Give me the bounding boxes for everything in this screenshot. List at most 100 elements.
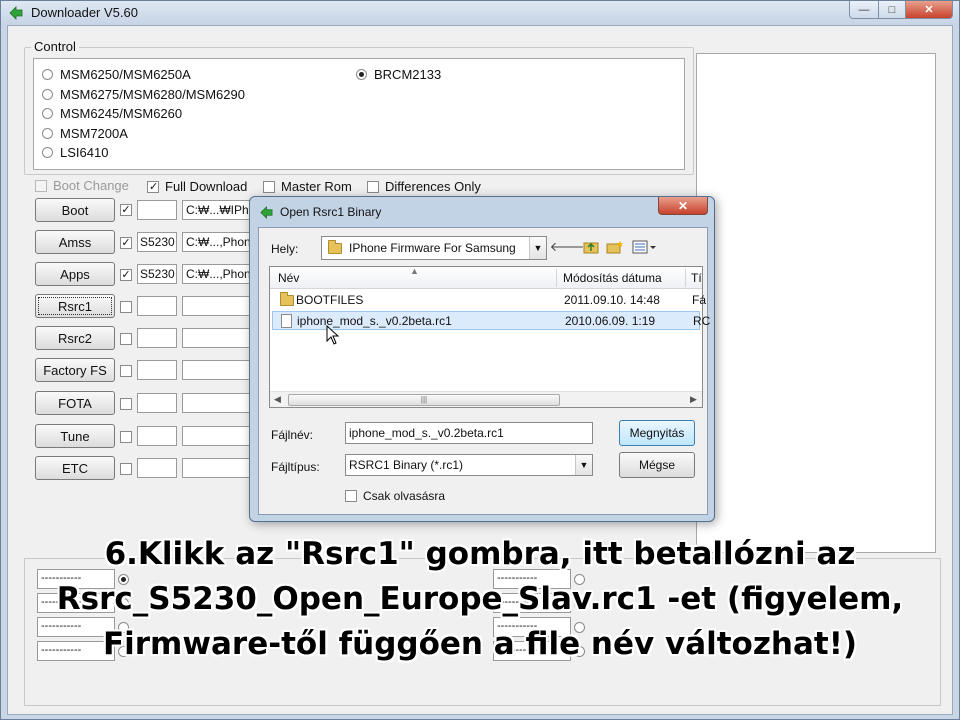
readonly-checkbox[interactable]: Csak olvasásra	[345, 489, 445, 503]
boot-code-field[interactable]	[137, 200, 177, 220]
filename-input[interactable]: iphone_mod_s._v0.2beta.rc1	[345, 422, 593, 444]
column-separator[interactable]	[685, 269, 686, 287]
arrow-left-icon	[9, 6, 23, 20]
close-button[interactable]: ✕	[905, 1, 953, 19]
rsrc1-code-field[interactable]	[137, 296, 177, 316]
full-download-checkbox[interactable]: Full Download	[147, 179, 247, 194]
column-separator[interactable]	[556, 269, 557, 287]
radio-icon	[42, 128, 53, 139]
chevron-down-icon[interactable]: ▼	[529, 237, 546, 259]
dialog-title: Open Rsrc1 Binary	[280, 205, 382, 219]
column-name[interactable]: Név	[278, 271, 299, 285]
view-menu-icon[interactable]	[631, 238, 659, 256]
rsrc2-code-field[interactable]	[137, 328, 177, 348]
control-legend: Control	[31, 39, 79, 54]
etc-checkbox[interactable]	[120, 463, 132, 475]
file-date: 2011.09.10. 14:48	[564, 293, 660, 307]
scroll-left-icon[interactable]: ◀	[274, 394, 281, 405]
dialog-close-button[interactable]: ✕	[658, 197, 708, 215]
tune-button[interactable]: Tune	[35, 424, 115, 448]
filename-label: Fájlnév:	[271, 428, 314, 442]
checkbox-icon	[367, 180, 379, 193]
boot-button[interactable]: Boot	[35, 198, 115, 222]
instruction-caption: 6.Klikk az "Rsrc1" gombra, itt betallózn…	[0, 532, 960, 667]
file-name: iphone_mod_s._v0.2beta.rc1	[297, 314, 452, 328]
checkbox-label: Boot Change	[53, 178, 129, 193]
file-date: 2010.06.09. 1:19	[565, 314, 656, 328]
radio-brcm2133[interactable]: BRCM2133	[356, 67, 441, 82]
radio-icon	[42, 108, 53, 119]
radio-msm6250[interactable]: MSM6250/MSM6250A	[42, 67, 191, 82]
checkbox-label: Differences Only	[385, 179, 481, 194]
radio-label: LSI6410	[60, 145, 109, 160]
rsrc2-button[interactable]: Rsrc2	[35, 326, 115, 350]
tune-checkbox[interactable]	[120, 431, 132, 443]
amss-code-field[interactable]: S5230	[137, 232, 177, 252]
radio-lsi6410[interactable]: LSI6410	[42, 145, 108, 160]
boot-checkbox[interactable]: ✓	[120, 204, 132, 216]
location-value: IPhone Firmware For Samsung	[349, 241, 516, 255]
up-folder-icon[interactable]	[581, 238, 601, 256]
dialog-body: Hely: IPhone Firmware For Samsung ▼ 🡐 Né…	[258, 227, 711, 515]
scrollbar-thumb[interactable]: |||	[288, 394, 560, 406]
apps-button[interactable]: Apps	[35, 262, 115, 286]
title-bar[interactable]: Downloader V5.60 — □ ✕	[1, 1, 959, 25]
maximize-button[interactable]: □	[878, 1, 906, 19]
filetype-value: RSRC1 Binary (*.rc1)	[349, 458, 464, 472]
window-title: Downloader V5.60	[31, 5, 138, 20]
radio-label: BRCM2133	[374, 67, 442, 82]
rsrc1-button[interactable]: Rsrc1	[35, 294, 115, 318]
etc-button[interactable]: ETC	[35, 456, 115, 480]
column-modified[interactable]: Módosítás dátuma	[563, 271, 662, 285]
checkbox-label: Master Rom	[281, 179, 352, 194]
factory-fs-code-field[interactable]	[137, 360, 177, 380]
horizontal-scrollbar[interactable]: ◀ ||| ▶	[270, 391, 702, 407]
apps-checkbox[interactable]: ✓	[120, 269, 132, 281]
boot-change-checkbox[interactable]: Boot Change	[35, 178, 129, 193]
file-name: BOOTFILES	[296, 293, 364, 307]
apps-code-field[interactable]: S5230	[137, 264, 177, 284]
checkbox-label: Full Download	[165, 179, 248, 194]
radio-msm6245[interactable]: MSM6245/MSM6260	[42, 106, 182, 121]
cancel-button[interactable]: Mégse	[619, 452, 695, 478]
folder-icon	[328, 239, 342, 254]
tune-code-field[interactable]	[137, 426, 177, 446]
file-type: Fá	[692, 293, 707, 307]
filetype-select[interactable]: RSRC1 Binary (*.rc1) ▼	[345, 454, 593, 476]
radio-icon	[42, 89, 53, 100]
radio-msm7200a[interactable]: MSM7200A	[42, 126, 128, 141]
radio-label: MSM6245/MSM6260	[60, 106, 183, 121]
etc-code-field[interactable]	[137, 458, 177, 478]
fota-button[interactable]: FOTA	[35, 391, 115, 415]
scroll-right-icon[interactable]: ▶	[690, 394, 697, 405]
fota-code-field[interactable]	[137, 393, 177, 413]
file-row-bootfiles[interactable]: BOOTFILES 2011.09.10. 14:48 Fá	[272, 291, 706, 310]
open-button[interactable]: Megnyitás	[619, 420, 695, 446]
master-rom-checkbox[interactable]: Master Rom	[263, 179, 352, 194]
caption-line-3: Firmware-től függően a file név változha…	[102, 626, 858, 662]
open-file-dialog: Open Rsrc1 Binary ✕ Hely: IPhone Firmwar…	[249, 196, 715, 522]
minimize-button[interactable]: —	[849, 1, 879, 19]
amss-checkbox[interactable]: ✓	[120, 237, 132, 249]
file-list-header: Név ▲ Módosítás dátuma Tí	[270, 266, 702, 289]
file-type: RC	[693, 314, 711, 328]
radio-label: MSM6275/MSM6280/MSM6290	[60, 87, 245, 102]
rsrc2-checkbox[interactable]	[120, 333, 132, 345]
factory-fs-button[interactable]: Factory FS	[35, 358, 115, 382]
caption-line-1: 6.Klikk az "Rsrc1" gombra, itt betallózn…	[104, 536, 856, 572]
column-type[interactable]: Tí	[691, 271, 702, 285]
control-group: Control MSM6250/MSM6250A MSM6275/MSM6280…	[24, 39, 694, 175]
radio-msm6275[interactable]: MSM6275/MSM6280/MSM6290	[42, 87, 245, 102]
log-panel[interactable]	[696, 53, 936, 553]
back-arrow-icon[interactable]: 🡐	[550, 238, 585, 256]
location-dropdown[interactable]: IPhone Firmware For Samsung ▼	[321, 236, 547, 260]
rsrc1-checkbox[interactable]	[120, 301, 132, 313]
radio-label: MSM6250/MSM6250A	[60, 67, 191, 82]
factory-fs-checkbox[interactable]	[120, 365, 132, 377]
chevron-down-icon[interactable]: ▼	[575, 455, 592, 475]
differences-only-checkbox[interactable]: Differences Only	[367, 179, 481, 194]
amss-button[interactable]: Amss	[35, 230, 115, 254]
new-folder-icon[interactable]	[605, 238, 625, 256]
fota-checkbox[interactable]	[120, 398, 132, 410]
radio-selected-icon	[356, 69, 367, 80]
